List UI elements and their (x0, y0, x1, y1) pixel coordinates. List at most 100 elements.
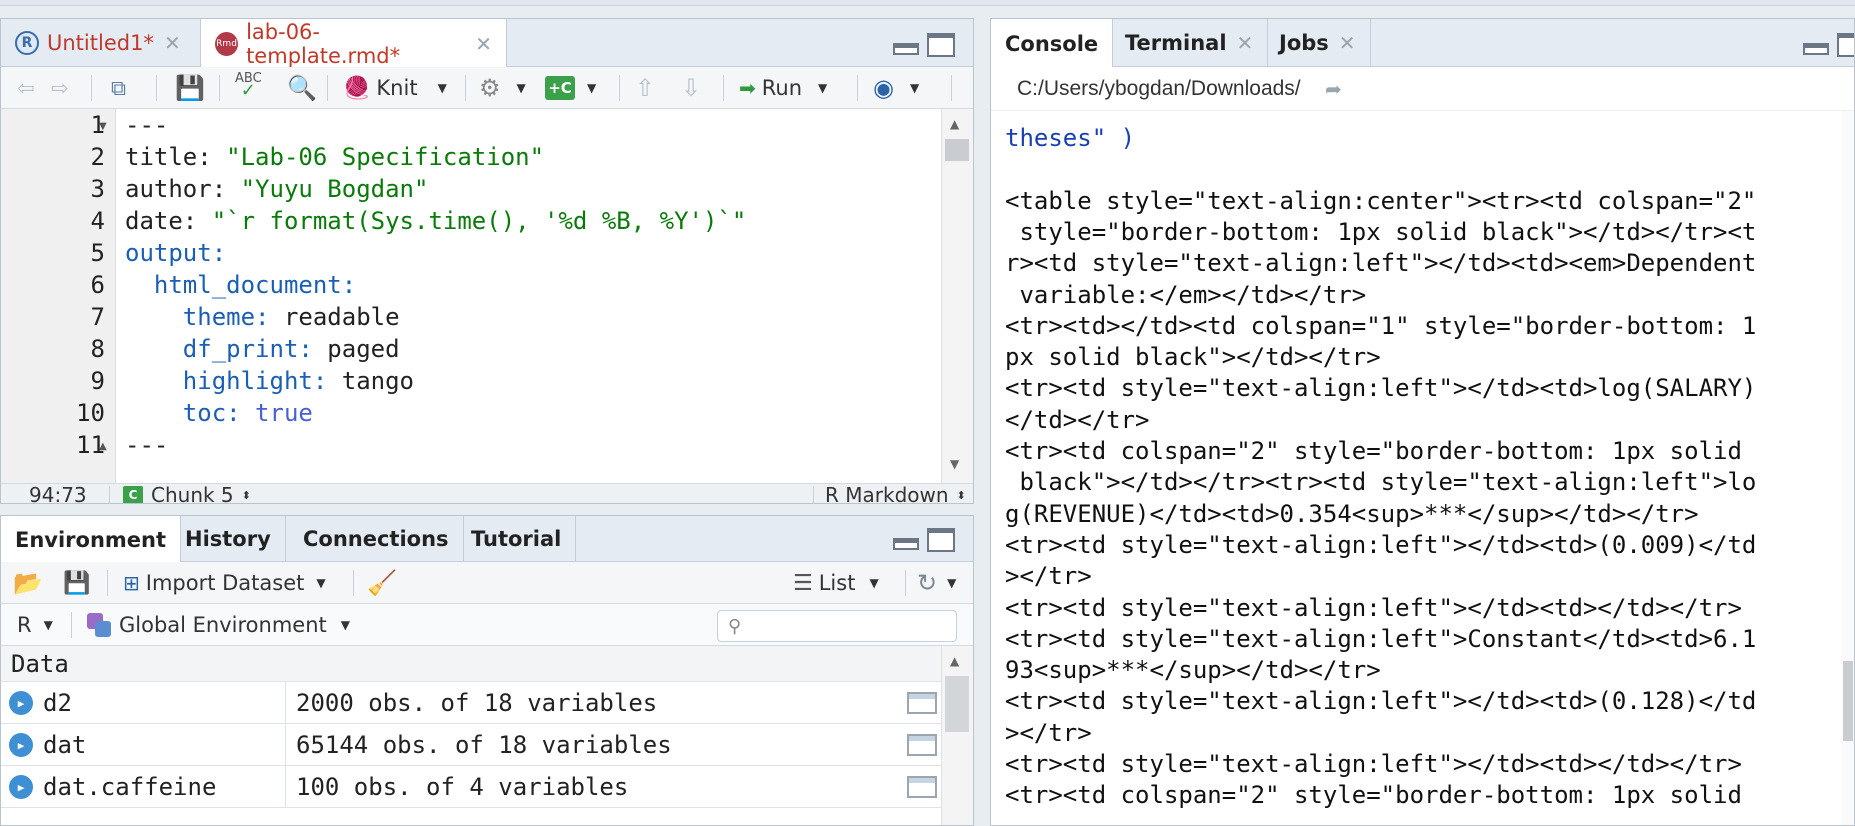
environment-scrollbar[interactable]: ▲ (941, 646, 973, 825)
tab-tutorial[interactable]: Tutorial (457, 516, 577, 562)
tab-console[interactable]: Console (991, 19, 1114, 68)
table-view-icon[interactable] (907, 766, 937, 808)
console-tabbar: Console Terminal ✕ Jobs ✕ (991, 19, 1854, 68)
scroll-up-icon[interactable]: ▲ (950, 117, 959, 131)
publish-icon[interactable]: ◉ ▼ (873, 73, 919, 103)
variable-name: dat (43, 731, 87, 759)
tab-jobs[interactable]: Jobs ✕ (1265, 19, 1371, 67)
minimize-icon[interactable] (893, 538, 919, 550)
broom-icon[interactable]: 🧹 (367, 568, 397, 598)
tab-terminal[interactable]: Terminal ✕ (1111, 19, 1269, 67)
console-scrollbar[interactable] (1841, 111, 1854, 825)
file-type-selector[interactable]: R Markdown ⬍ (825, 483, 966, 504)
run-button[interactable]: ➡ Run ▼ (739, 73, 827, 103)
fold-open-icon[interactable]: ▼ (99, 121, 107, 132)
scrollbar-thumb[interactable] (945, 139, 969, 161)
console-line: <table style="text-align:center"><tr><td… (1005, 186, 1757, 215)
working-directory[interactable]: C:/Users/ybogdan/Downloads/ (1017, 77, 1301, 101)
table-view-icon[interactable] (907, 682, 937, 724)
tab-environment[interactable]: Environment (1, 516, 182, 563)
close-icon[interactable]: ✕ (1339, 31, 1356, 55)
tab-label: Tutorial (471, 527, 562, 551)
maximize-icon[interactable] (1837, 33, 1854, 57)
line-number-gutter: 1 2 3 4 5 6 7 8 9 10 11 ▼ ▲ (1, 109, 116, 483)
list-item[interactable]: ▶ dat 65144 obs. of 18 variables (1, 724, 951, 766)
editor-tabbar: R Untitled1* ✕ Rmd lab-06-template.rmd* … (1, 19, 973, 68)
top-strip (0, 0, 1855, 6)
list-view-button[interactable]: ☰ List ▼ (793, 568, 879, 598)
import-dataset-button[interactable]: ⊞ Import Dataset ▼ (123, 568, 326, 598)
refresh-icon[interactable]: ↻ ▼ (917, 568, 956, 598)
scrollbar-thumb[interactable] (945, 676, 969, 732)
scroll-down-icon[interactable]: ▼ (950, 457, 959, 471)
show-in-window-icon[interactable]: ⧉ (111, 73, 126, 103)
search-input[interactable] (747, 615, 938, 637)
minimize-icon[interactable] (1803, 43, 1829, 55)
line-number: 8 (90, 335, 105, 363)
maximize-icon[interactable] (927, 33, 955, 57)
scroll-up-icon[interactable]: ▲ (950, 654, 959, 668)
environment-toolbar: 📂 💾 ⊞ Import Dataset ▼ 🧹 ☰ List ▼ ↻ ▼ (1, 562, 973, 604)
go-to-directory-icon[interactable]: ➦ (1325, 77, 1342, 101)
environment-selector[interactable]: Global Environment ▼ (87, 610, 350, 640)
insert-chunk-button[interactable]: +C ▼ (545, 73, 596, 103)
console-line: <tr><td style="text-align:left"></td><td… (1005, 530, 1757, 559)
save-icon[interactable]: 💾 (175, 73, 205, 103)
code-line: highlight: tango (125, 367, 414, 395)
previous-chunk-icon[interactable]: ⇧ (635, 73, 655, 103)
console-line: <tr><td colspan="2" style="border-bottom… (1005, 781, 1742, 810)
back-arrow-icon[interactable]: ⇦ (17, 73, 35, 103)
tab-connections[interactable]: Connections (289, 516, 464, 562)
status-divider (813, 486, 814, 503)
list-item[interactable]: ▶ d2 2000 obs. of 18 variables (1, 682, 951, 724)
chevron-down-icon: ▼ (340, 618, 350, 632)
section-title: Data (11, 649, 69, 678)
maximize-icon[interactable] (927, 528, 955, 552)
tab-untitled1[interactable]: R Untitled1* ✕ (1, 19, 201, 67)
search-field[interactable]: ⚲ (717, 610, 957, 642)
list-item[interactable]: ▶ dat.caffeine 100 obs. of 4 variables (1, 766, 951, 808)
source-editor-pane: R Untitled1* ✕ Rmd lab-06-template.rmd* … (0, 18, 974, 504)
environment-window-controls (893, 528, 955, 552)
scrollbar-thumb[interactable] (1843, 661, 1853, 741)
console-line: black"></td></tr><tr><td style="text-ali… (1005, 468, 1757, 497)
gear-icon[interactable]: ⚙ ▼ (479, 73, 526, 103)
editor-scrollbar[interactable]: ▲ ▼ (941, 109, 973, 483)
tab-lab-06-template[interactable]: Rmd lab-06-template.rmd* ✕ (201, 19, 507, 68)
expand-icon[interactable]: ▶ (9, 733, 33, 757)
language-selector[interactable]: R ▼ (17, 610, 53, 640)
console-line: 93<sup>***</sup></td></tr> (1005, 656, 1381, 685)
insert-chunk-icon: +C (545, 76, 575, 100)
file-type-label: R Markdown (825, 483, 949, 504)
line-number: 2 (90, 143, 105, 171)
forward-arrow-icon[interactable]: ⇨ (51, 73, 69, 103)
close-icon[interactable]: ✕ (164, 31, 181, 55)
table-view-icon[interactable] (907, 724, 937, 766)
code-line: df_print: paged (125, 335, 400, 363)
spellcheck-icon[interactable]: ABC ✓ (235, 72, 262, 103)
open-folder-icon[interactable]: 📂 (13, 568, 43, 598)
editor-window-controls (893, 33, 955, 57)
next-chunk-icon[interactable]: ⇩ (681, 73, 701, 103)
code-line: theme: readable (125, 303, 400, 331)
console-window-controls (1803, 33, 1854, 57)
console-pane: Console Terminal ✕ Jobs ✕ C:/Users/ybogdan… (990, 18, 1855, 826)
variable-description: 100 obs. of 4 variables (285, 766, 905, 808)
console-line: </td></tr> (1005, 405, 1150, 434)
console-output[interactable]: theses" ) <table style="text-align:center… (1005, 111, 1835, 825)
knit-label: Knit (376, 76, 418, 100)
editor-status-bar: 94:73 C Chunk 5 ⬍ R Markdown ⬍ (1, 483, 973, 504)
code-area[interactable]: --- title: "Lab-06 Specification" author… (125, 109, 925, 483)
save-icon[interactable]: 💾 (63, 568, 90, 598)
fold-close-icon[interactable]: ▲ (99, 441, 107, 452)
expand-icon[interactable]: ▶ (9, 775, 33, 799)
minimize-icon[interactable] (893, 43, 919, 55)
tab-history[interactable]: History (171, 516, 286, 562)
expand-icon[interactable]: ▶ (9, 691, 33, 715)
close-icon[interactable]: ✕ (1237, 31, 1254, 55)
close-icon[interactable]: ✕ (475, 32, 492, 56)
chunk-selector[interactable]: C Chunk 5 ⬍ (123, 483, 251, 503)
knit-button[interactable]: 🧶 Knit ▼ (343, 73, 447, 103)
environment-pane: Environment History Connections Tutorial… (0, 515, 974, 826)
search-icon[interactable]: 🔍 (287, 73, 317, 103)
